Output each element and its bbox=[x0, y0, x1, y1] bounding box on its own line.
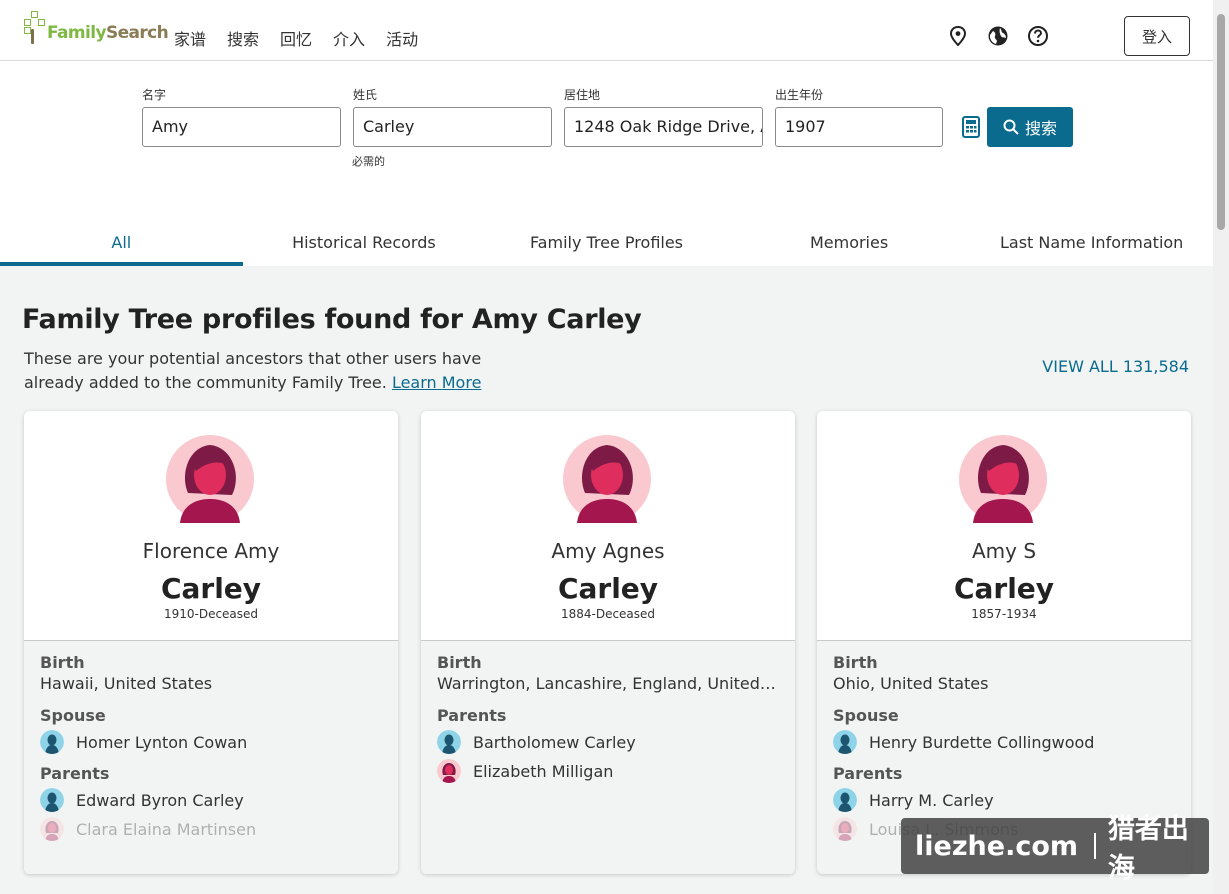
familysearch-logo[interactable]: FamilySearch bbox=[24, 11, 169, 44]
last-name-input[interactable]: Carley bbox=[353, 107, 552, 147]
surname: Carley bbox=[953, 572, 1055, 605]
parent-person[interactable]: Elizabeth Milligan bbox=[437, 759, 613, 783]
spouse-label: Spouse bbox=[40, 706, 106, 725]
search-button[interactable]: 搜索 bbox=[987, 107, 1073, 147]
page-scrollbar[interactable] bbox=[1213, 0, 1229, 894]
section-title: Family Tree profiles found for Amy Carle… bbox=[22, 304, 642, 335]
birth-place: Warrington, Lancashire, England, United … bbox=[437, 674, 777, 693]
profile-card[interactable]: Amy Agnes Carley 1884-Deceased Birth War… bbox=[421, 411, 795, 874]
nav-memories[interactable]: 回忆 bbox=[280, 26, 312, 50]
birth-label: Birth bbox=[40, 653, 85, 672]
watermark-right-text: 猎者出海 bbox=[1107, 814, 1189, 884]
tab-last-name-information[interactable]: Last Name Information bbox=[970, 218, 1213, 266]
globe-icon[interactable] bbox=[987, 25, 1009, 47]
required-note: 必需的 bbox=[352, 155, 385, 168]
parents-label: Parents bbox=[833, 764, 903, 783]
section-description: These are your potential ancestors that … bbox=[24, 349, 482, 392]
male-avatar-icon bbox=[833, 730, 857, 754]
calculator-icon[interactable] bbox=[962, 116, 980, 138]
parents-label: Parents bbox=[437, 706, 507, 725]
parents-label: Parents bbox=[40, 764, 110, 783]
profile-card[interactable]: Amy S Carley 1857-1934 Birth Ohio, Unite… bbox=[817, 411, 1191, 874]
birth-place: Ohio, United States bbox=[833, 674, 989, 693]
birth-label: Birth bbox=[833, 653, 878, 672]
residence-input[interactable]: 1248 Oak Ridge Drive, A bbox=[564, 107, 763, 147]
scrollbar-thumb[interactable] bbox=[1217, 14, 1225, 230]
watermark-overlay: liezhe.com 猎者出海 bbox=[901, 814, 1209, 884]
last-name-label: 姓氏 bbox=[353, 88, 378, 102]
birth-place: Hawaii, United States bbox=[40, 674, 213, 693]
nav-activities[interactable]: 活动 bbox=[386, 26, 418, 50]
results-section: Family Tree profiles found for Amy Carle… bbox=[0, 266, 1213, 894]
watermark-divider bbox=[1094, 833, 1096, 859]
nav-get-involved[interactable]: 介入 bbox=[333, 26, 365, 50]
search-icon bbox=[1003, 119, 1019, 135]
tab-all[interactable]: All bbox=[0, 218, 243, 266]
result-tabs: All Historical Records Family Tree Profi… bbox=[0, 218, 1213, 266]
search-button-label: 搜索 bbox=[1024, 119, 1057, 138]
main-nav: 家谱 搜索 回忆 介入 活动 bbox=[174, 26, 439, 50]
given-name: Florence Amy bbox=[142, 539, 280, 563]
profile-card-header: Amy S Carley 1857-1934 bbox=[817, 411, 1191, 641]
male-avatar-icon bbox=[437, 730, 461, 754]
female-avatar-icon bbox=[959, 435, 1047, 523]
tab-family-tree-profiles[interactable]: Family Tree Profiles bbox=[485, 218, 728, 266]
female-avatar-icon bbox=[166, 435, 254, 523]
spouse-label: Spouse bbox=[833, 706, 899, 725]
parent-person[interactable]: Bartholomew Carley bbox=[437, 730, 636, 754]
given-name: Amy S bbox=[971, 539, 1037, 563]
profile-card[interactable]: Florence Amy Carley 1910-Deceased Birth … bbox=[24, 411, 398, 874]
help-icon[interactable] bbox=[1027, 25, 1049, 47]
view-all-link[interactable]: VIEW ALL 131,584 bbox=[1042, 357, 1189, 376]
female-avatar-icon bbox=[563, 435, 651, 523]
profile-card-header: Florence Amy Carley 1910-Deceased bbox=[24, 411, 398, 641]
learn-more-link[interactable]: Learn More bbox=[392, 373, 481, 392]
sign-in-button[interactable]: 登入 bbox=[1124, 16, 1190, 56]
surname: Carley bbox=[160, 572, 262, 605]
male-avatar-icon bbox=[40, 788, 64, 812]
male-avatar-icon bbox=[40, 730, 64, 754]
birth-year-label: 出生年份 bbox=[775, 88, 824, 102]
male-avatar-icon bbox=[833, 788, 857, 812]
spouse-person[interactable]: Henry Burdette Collingwood bbox=[833, 730, 1094, 754]
profile-card-header: Amy Agnes Carley 1884-Deceased bbox=[421, 411, 795, 641]
life-dates: 1884-Deceased bbox=[560, 607, 656, 621]
life-dates: 1910-Deceased bbox=[163, 607, 259, 621]
parent-person[interactable]: Edward Byron Carley bbox=[40, 788, 244, 812]
tree-logo-icon bbox=[24, 11, 46, 44]
parent-person[interactable]: Harry M. Carley bbox=[833, 788, 994, 812]
birth-year-input[interactable]: 1907 bbox=[775, 107, 943, 147]
female-avatar-icon bbox=[437, 759, 461, 783]
location-pin-icon[interactable] bbox=[947, 25, 969, 47]
first-name-input[interactable]: Amy bbox=[142, 107, 341, 147]
life-dates: 1857-1934 bbox=[971, 607, 1037, 621]
surname: Carley bbox=[557, 572, 659, 605]
birth-label: Birth bbox=[437, 653, 482, 672]
spouse-person[interactable]: Homer Lynton Cowan bbox=[40, 730, 247, 754]
tab-historical-records[interactable]: Historical Records bbox=[243, 218, 486, 266]
tab-memories[interactable]: Memories bbox=[728, 218, 971, 266]
nav-search[interactable]: 搜索 bbox=[227, 26, 259, 50]
given-name: Amy Agnes bbox=[551, 539, 665, 563]
top-header: FamilySearch 家谱 搜索 回忆 介入 活动 登入 bbox=[0, 0, 1229, 61]
residence-label: 居住地 bbox=[564, 88, 601, 102]
nav-family-tree[interactable]: 家谱 bbox=[174, 26, 206, 50]
profile-card-details: Birth Warrington, Lancashire, England, U… bbox=[421, 641, 795, 874]
profile-card-details: Birth Hawaii, United States Spouse Homer… bbox=[24, 641, 398, 874]
watermark-left-text: liezhe.com bbox=[915, 830, 1079, 862]
logo-text: FamilySearch bbox=[47, 23, 169, 43]
parent-person[interactable]: Clara Elaina Martinsen bbox=[40, 817, 256, 841]
first-name-label: 名字 bbox=[142, 88, 167, 102]
female-avatar-icon bbox=[833, 817, 857, 841]
female-avatar-icon bbox=[40, 817, 64, 841]
